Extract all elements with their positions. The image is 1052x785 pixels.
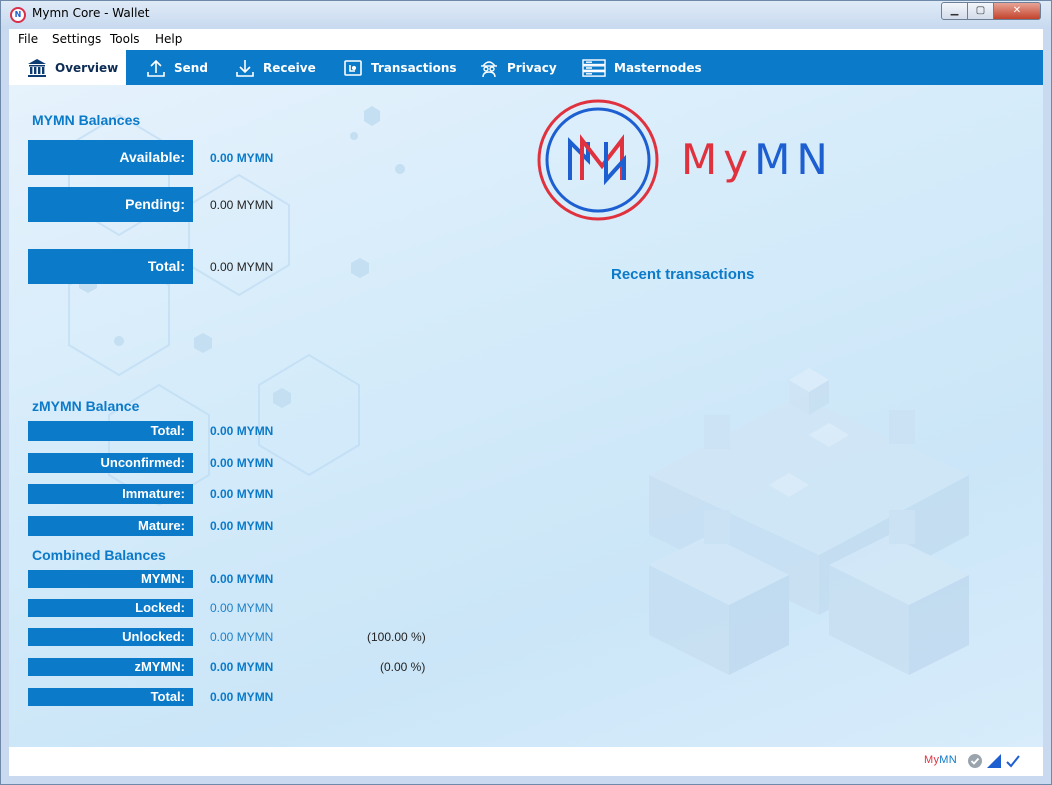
status-brand: MyMN — [924, 754, 957, 766]
window-title: Mymn Core - Wallet — [32, 6, 150, 20]
signal-icon[interactable] — [986, 753, 1002, 769]
verified-check-icon[interactable] — [967, 753, 983, 769]
maximize-button[interactable]: ▢ — [967, 2, 994, 20]
combined-total-label: Total: — [28, 688, 193, 706]
tab-label: Privacy — [507, 60, 557, 75]
sync-check-icon[interactable] — [1005, 753, 1021, 769]
menu-file[interactable]: File — [18, 32, 38, 46]
unconfirmed-label: Unconfirmed: — [28, 453, 193, 473]
tab-label: Receive — [263, 60, 316, 75]
overview-page: MYMN Balances Available: 0.00 MYMN Pendi… — [9, 85, 1043, 747]
pending-value: 0.00 MYMN — [210, 198, 274, 212]
tab-label: Masternodes — [614, 60, 702, 75]
z-total-label: Total: — [28, 421, 193, 441]
combined-balances-title: Combined Balances — [32, 547, 166, 563]
wordmark-mn: MN — [754, 135, 834, 184]
combined-zmymn-label: zMYMN: — [28, 658, 193, 676]
menu-tools[interactable]: Tools — [110, 32, 140, 46]
wordmark-my: My — [681, 135, 755, 184]
tab-label: Overview — [55, 60, 119, 75]
tab-transactions[interactable]: Transactions — [343, 50, 457, 85]
available-label: Available: — [28, 140, 193, 175]
mature-value: 0.00 MYMN — [210, 519, 274, 533]
tab-privacy[interactable]: Privacy — [479, 50, 557, 85]
download-icon — [235, 58, 255, 78]
combined-mymn-label: MYMN: — [28, 570, 193, 588]
zmymn-percent: (0.00 %) — [380, 660, 426, 674]
menu-bar: File Settings Tools Help — [9, 29, 1043, 50]
wallet-icon — [343, 58, 363, 78]
tab-bar: Overview Send Receive Transactions Priva… — [9, 50, 1043, 85]
tab-send[interactable]: Send — [146, 50, 208, 85]
tab-overview[interactable]: Overview — [9, 50, 126, 85]
mature-label: Mature: — [28, 516, 193, 536]
zmymn-balance-title: zMYMN Balance — [32, 398, 140, 414]
spy-icon — [479, 58, 499, 78]
status-bar: MyMN — [9, 747, 1043, 776]
background-pattern — [68, 106, 969, 675]
close-button[interactable]: ✕ — [993, 2, 1041, 20]
mymn-wordmark: MyMN — [681, 137, 834, 183]
unlocked-percent: (100.00 %) — [367, 630, 426, 644]
mymn-app-icon: N — [10, 7, 26, 23]
immature-value: 0.00 MYMN — [210, 487, 274, 501]
available-value: 0.00 MYMN — [210, 151, 274, 165]
bank-icon — [27, 58, 47, 78]
recent-transactions-title: Recent transactions — [611, 266, 755, 283]
combined-total-value: 0.00 MYMN — [210, 690, 274, 704]
status-brand-my: My — [924, 754, 940, 766]
locked-value: 0.00 MYMN — [210, 601, 274, 615]
locked-label: Locked: — [28, 599, 193, 617]
tab-label: Send — [174, 60, 208, 75]
total-value: 0.00 MYMN — [210, 260, 274, 274]
menu-help[interactable]: Help — [155, 32, 182, 46]
status-brand-mn: MN — [939, 754, 957, 766]
unlocked-value: 0.00 MYMN — [210, 630, 274, 644]
menu-settings[interactable]: Settings — [52, 32, 101, 46]
server-icon — [582, 58, 606, 78]
minimize-button[interactable]: ▁ — [941, 2, 968, 20]
combined-mymn-value: 0.00 MYMN — [210, 572, 274, 586]
pending-label: Pending: — [28, 187, 193, 222]
tab-label: Transactions — [371, 60, 457, 75]
total-label: Total: — [28, 249, 193, 284]
title-bar[interactable]: N Mymn Core - Wallet ▁ ▢ ✕ — [1, 1, 1051, 29]
mymn-logo-icon — [537, 99, 659, 221]
mymn-balances-title: MYMN Balances — [32, 112, 141, 128]
z-total-value: 0.00 MYMN — [210, 424, 274, 438]
unconfirmed-value: 0.00 MYMN — [210, 456, 274, 470]
upload-icon — [146, 58, 166, 78]
tab-masternodes[interactable]: Masternodes — [582, 50, 702, 85]
app-window: N Mymn Core - Wallet ▁ ▢ ✕ File Settings… — [0, 0, 1052, 785]
tab-receive[interactable]: Receive — [235, 50, 316, 85]
combined-zmymn-value: 0.00 MYMN — [210, 660, 274, 674]
unlocked-label: Unlocked: — [28, 628, 193, 646]
immature-label: Immature: — [28, 484, 193, 504]
